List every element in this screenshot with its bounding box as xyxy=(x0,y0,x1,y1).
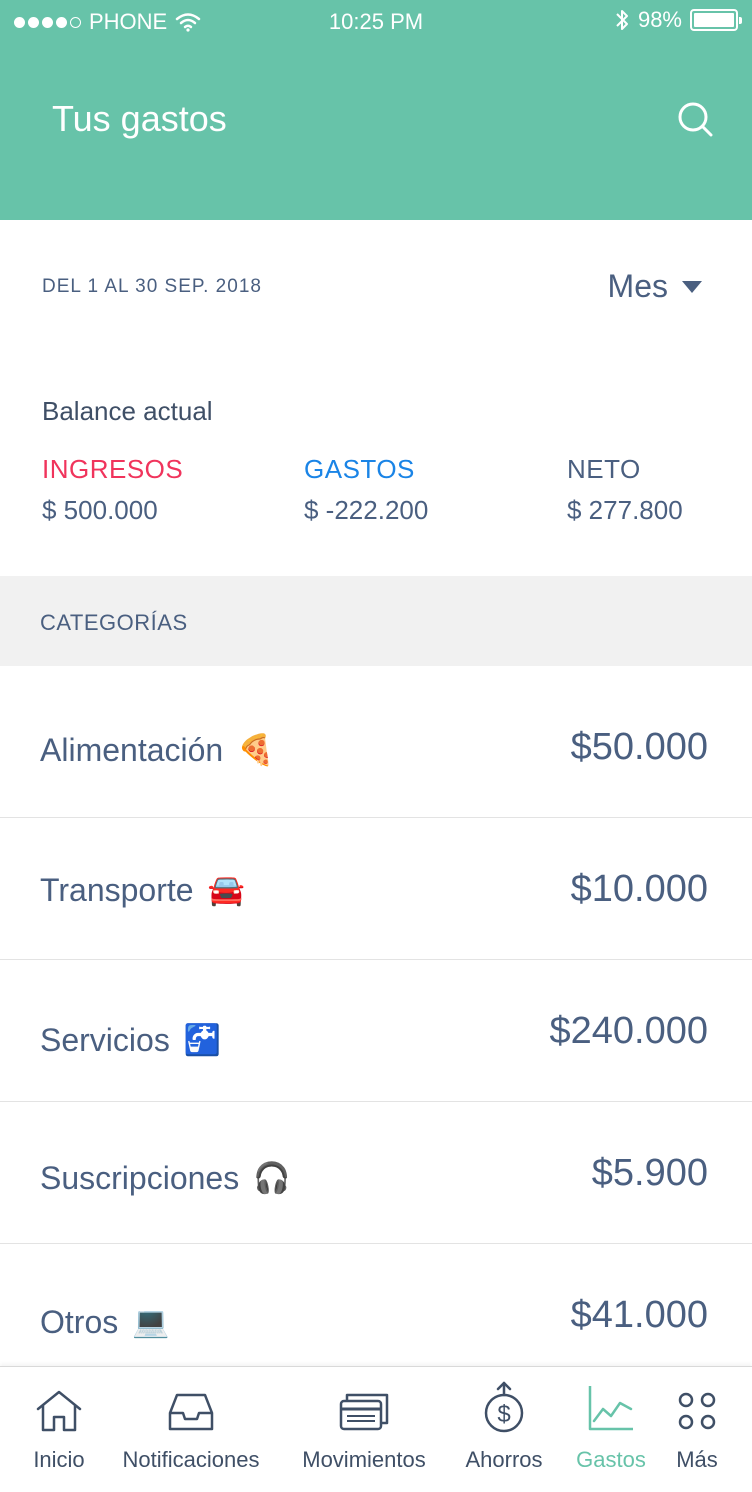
chart-icon xyxy=(588,1386,633,1431)
category-amount: $5.900 xyxy=(591,1152,708,1194)
tab-label: Más xyxy=(676,1447,718,1472)
battery-percent: 98% xyxy=(637,7,682,32)
category-row-servicios[interactable]: Servicios 🚰 $240.000 xyxy=(0,960,752,1102)
inbox-icon xyxy=(168,1393,214,1431)
search-icon[interactable] xyxy=(676,100,714,138)
page-title: Tus gastos xyxy=(52,98,227,139)
gastos-label: GASTOS xyxy=(304,454,415,484)
headphones-icon: 🎧 xyxy=(253,1161,291,1195)
category-row-transporte[interactable]: Transporte 🚘 $10.000 xyxy=(0,818,752,960)
ingresos-summary: INGRESOS $ 500.000 xyxy=(42,454,183,526)
category-amount: $10.000 xyxy=(570,868,708,910)
category-name: Transporte 🚘 xyxy=(40,872,245,909)
category-label: Otros xyxy=(40,1304,119,1340)
tab-gastos[interactable]: Gastos xyxy=(568,1367,654,1492)
period-mode-label: Mes xyxy=(607,268,668,304)
neto-label: NETO xyxy=(567,454,641,484)
tab-notificaciones[interactable]: Notificaciones xyxy=(112,1367,270,1492)
tab-label: Ahorros xyxy=(465,1447,543,1472)
category-name: Servicios 🚰 xyxy=(40,1022,221,1059)
category-label: Alimentación xyxy=(40,732,224,768)
ingresos-label: INGRESOS xyxy=(42,454,184,484)
caret-down-icon xyxy=(682,280,702,293)
category-amount: $240.000 xyxy=(549,1010,709,1052)
categories-header: CATEGORÍAS xyxy=(0,576,752,666)
category-amount: $41.000 xyxy=(570,1294,708,1336)
neto-value: $ 277.800 xyxy=(567,495,683,525)
category-amount: $50.000 xyxy=(570,726,708,768)
svg-text:$: $ xyxy=(497,1401,510,1428)
tab-ahorros[interactable]: $ Ahorros xyxy=(456,1367,552,1492)
category-label: Transporte xyxy=(40,872,194,908)
pizza-icon: 🍕 xyxy=(237,733,275,767)
category-name: Alimentación 🍕 xyxy=(40,732,275,769)
categories-header-label: CATEGORÍAS xyxy=(40,610,188,635)
battery-icon xyxy=(690,9,742,31)
water-tap-icon: 🚰 xyxy=(183,1023,222,1057)
tab-movimientos[interactable]: Movimientos xyxy=(290,1367,438,1492)
tab-bar: Inicio Notificaciones Movimientos $ Ahor… xyxy=(0,1366,752,1492)
battery-info: 98% xyxy=(614,7,742,33)
more-icon xyxy=(678,1392,716,1430)
bluetooth-icon xyxy=(616,10,628,30)
gastos-value: $ -222.200 xyxy=(304,495,429,525)
neto-summary: NETO $ 277.800 xyxy=(567,454,683,526)
category-name: Suscripciones 🎧 xyxy=(40,1160,291,1197)
cards-icon xyxy=(339,1393,389,1431)
tab-label: Gastos xyxy=(576,1447,646,1472)
tab-inicio[interactable]: Inicio xyxy=(18,1367,100,1492)
category-label: Suscripciones xyxy=(40,1160,240,1196)
home-icon xyxy=(36,1390,82,1432)
category-row-alimentacion[interactable]: Alimentación 🍕 $50.000 xyxy=(0,666,752,818)
category-label: Servicios xyxy=(40,1022,170,1058)
savings-icon: $ xyxy=(484,1381,524,1433)
period-range: DEL 1 AL 30 SEP. 2018 xyxy=(42,276,262,297)
category-name: Otros 💻 xyxy=(40,1304,170,1341)
category-row-otros[interactable]: Otros 💻 $41.000 xyxy=(0,1244,752,1386)
tab-label: Notificaciones xyxy=(122,1447,260,1472)
period-mode-dropdown[interactable]: Mes xyxy=(608,268,702,305)
app-header: PHONE 10:25 PM 98% Tus gastos xyxy=(0,0,752,220)
category-row-suscripciones[interactable]: Suscripciones 🎧 $5.900 xyxy=(0,1102,752,1244)
laptop-icon: 💻 xyxy=(132,1305,170,1339)
tab-mas[interactable]: Más xyxy=(666,1367,728,1492)
status-bar: PHONE 10:25 PM 98% xyxy=(0,0,752,42)
tab-label: Movimientos xyxy=(302,1447,426,1472)
tab-label: Inicio xyxy=(33,1447,85,1472)
balance-title: Balance actual xyxy=(42,396,213,426)
gastos-summary: GASTOS $ -222.200 xyxy=(304,454,428,526)
ingresos-value: $ 500.000 xyxy=(42,495,158,525)
car-icon: 🚘 xyxy=(207,873,245,907)
